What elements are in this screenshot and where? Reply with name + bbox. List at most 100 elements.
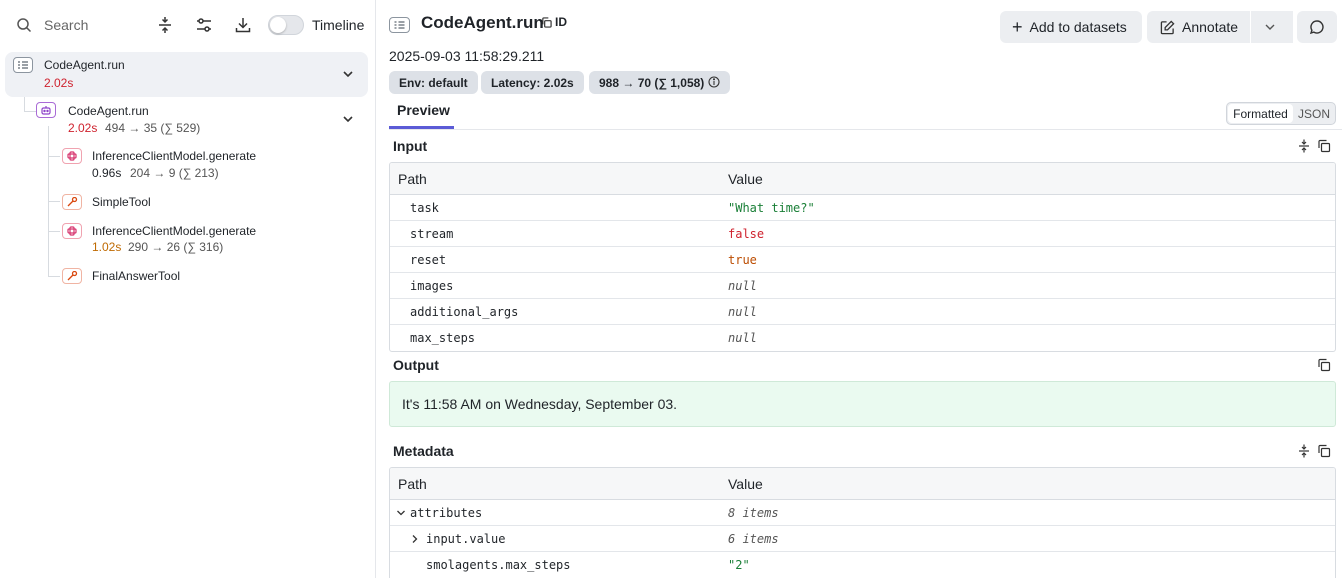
token-count-badge[interactable]: 988 → 70 (∑ 1,058) [589, 71, 731, 94]
llm-icon [62, 148, 82, 164]
info-icon[interactable] [708, 76, 720, 88]
row-key: input.value [426, 532, 506, 546]
tree-node-duration: 2.02s [44, 76, 74, 90]
copy-id-button[interactable]: ID [541, 15, 567, 29]
table-row: additional_args null [390, 299, 1335, 325]
split-divider [1250, 11, 1251, 43]
tree-node[interactable]: CodeAgent.run 2.02s 494 → 35 (∑ 529) [30, 100, 368, 140]
tree-node-name: FinalAnswerTool [92, 269, 181, 283]
tree-connector [48, 156, 60, 157]
tree-connector [48, 276, 60, 277]
json-option[interactable]: JSON [1295, 104, 1333, 123]
agent-icon [36, 102, 56, 118]
output-value: It's 11:58 AM on Wednesday, September 03… [389, 381, 1336, 427]
metadata-table: Path Value attributes 8 items input.valu… [389, 467, 1336, 578]
chain-icon [13, 57, 33, 73]
chevron-down-icon[interactable] [342, 68, 354, 80]
chevron-down-icon[interactable] [1264, 21, 1276, 33]
llm-icon [62, 223, 82, 239]
row-key: reset [410, 253, 447, 267]
row-value: "2" [728, 558, 750, 572]
table-row: reset true [390, 247, 1335, 273]
add-to-datasets-label: Add to datasets [1029, 19, 1127, 35]
table-row: task "What time?" [390, 195, 1335, 221]
table-row[interactable]: attributes 8 items [390, 500, 1335, 526]
plus-icon: + [1012, 17, 1023, 37]
tree-node-duration: 2.02s [68, 121, 98, 135]
comment-icon [1309, 20, 1324, 35]
table-row: smolagents.max_steps "2" [390, 552, 1335, 578]
table-row: max_steps null [390, 325, 1335, 351]
row-value: "What time?" [728, 201, 815, 215]
wrench-icon [62, 194, 82, 210]
copy-icon[interactable] [1317, 358, 1331, 372]
tabs-divider [389, 129, 1342, 130]
tab-preview[interactable]: Preview [389, 102, 454, 129]
table-header: Path Value [390, 468, 1335, 500]
row-key: task [410, 201, 439, 215]
tree-node-name: InferenceClientModel.generate [92, 149, 257, 163]
add-to-datasets-button[interactable]: + Add to datasets [1000, 11, 1142, 43]
copy-icon[interactable] [1317, 444, 1331, 458]
tree-node[interactable]: InferenceClientModel.generate 1.02s 290 … [60, 221, 368, 259]
tree-node-duration: 0.96s [92, 166, 122, 180]
chain-icon [389, 17, 410, 33]
tree-node-name: InferenceClientModel.generate [92, 224, 257, 238]
tree-node-name: CodeAgent.run [68, 104, 149, 118]
download-icon[interactable] [234, 16, 252, 34]
span-timestamp: 2025-09-03 11:58:29.211 [389, 48, 545, 64]
output-section-title: Output [393, 357, 439, 373]
tree-connector [24, 97, 25, 111]
edit-icon [1160, 19, 1175, 34]
row-value: 6 items [728, 532, 779, 546]
table-row[interactable]: input.value 6 items [390, 526, 1335, 552]
path-column-header: Path [398, 476, 427, 492]
token-count-text: 988 → 70 (∑ 1,058) [599, 75, 705, 90]
timeline-toggle[interactable] [268, 15, 304, 35]
row-key: max_steps [410, 331, 476, 345]
tree-toolbar: Search Timeline [0, 0, 376, 50]
latency-badge: Latency: 2.02s [481, 71, 584, 94]
tree-connector [48, 231, 60, 232]
row-key: images [410, 279, 454, 293]
input-section-title: Input [393, 138, 428, 154]
row-key: additional_args [410, 305, 519, 319]
chevron-down-icon[interactable] [396, 508, 406, 518]
table-header: Path Value [390, 163, 1335, 195]
span-detail-panel: CodeAgent.run ID 2025-09-03 11:58:29.211… [377, 0, 1342, 578]
table-row: images null [390, 273, 1335, 299]
wrench-icon [62, 268, 82, 284]
row-value: null [728, 279, 757, 293]
tree-node-tokens: 204 → 9 (∑ 213) [130, 166, 219, 180]
collapse-icon[interactable] [1297, 444, 1311, 458]
collapse-icon[interactable] [156, 16, 174, 34]
row-value: null [728, 331, 757, 345]
tree-node[interactable]: SimpleTool [60, 192, 368, 214]
row-value: false [728, 227, 765, 241]
row-key: stream [410, 227, 454, 241]
search-icon [17, 18, 32, 33]
value-column-header: Value [728, 171, 763, 187]
chevron-right-icon[interactable] [410, 534, 420, 544]
formatted-option[interactable]: Formatted [1228, 104, 1293, 123]
tree-node-name: SimpleTool [92, 195, 151, 209]
tree-node-duration: 1.02s [92, 240, 122, 254]
chevron-down-icon[interactable] [342, 113, 354, 125]
tree-node[interactable]: FinalAnswerTool [60, 266, 368, 288]
comments-button[interactable] [1297, 11, 1337, 43]
table-row: stream false [390, 221, 1335, 247]
copy-icon [542, 16, 552, 28]
tree-node-selected[interactable]: CodeAgent.run 2.02s [5, 52, 368, 97]
filter-sliders-icon[interactable] [195, 16, 213, 34]
copy-icon[interactable] [1317, 139, 1331, 153]
collapse-icon[interactable] [1297, 139, 1311, 153]
timeline-label: Timeline [312, 17, 365, 33]
path-column-header: Path [398, 171, 427, 187]
tree-node[interactable]: InferenceClientModel.generate 0.96s 204 … [60, 146, 368, 184]
search-input[interactable]: Search [44, 17, 88, 33]
metadata-section-title: Metadata [393, 443, 454, 459]
format-toggle[interactable]: Formatted JSON [1226, 102, 1336, 125]
id-label: ID [555, 15, 567, 29]
trace-tree-panel: Search Timeline CodeAgent.run 2.02s Code… [0, 0, 376, 578]
value-column-header: Value [728, 476, 763, 492]
